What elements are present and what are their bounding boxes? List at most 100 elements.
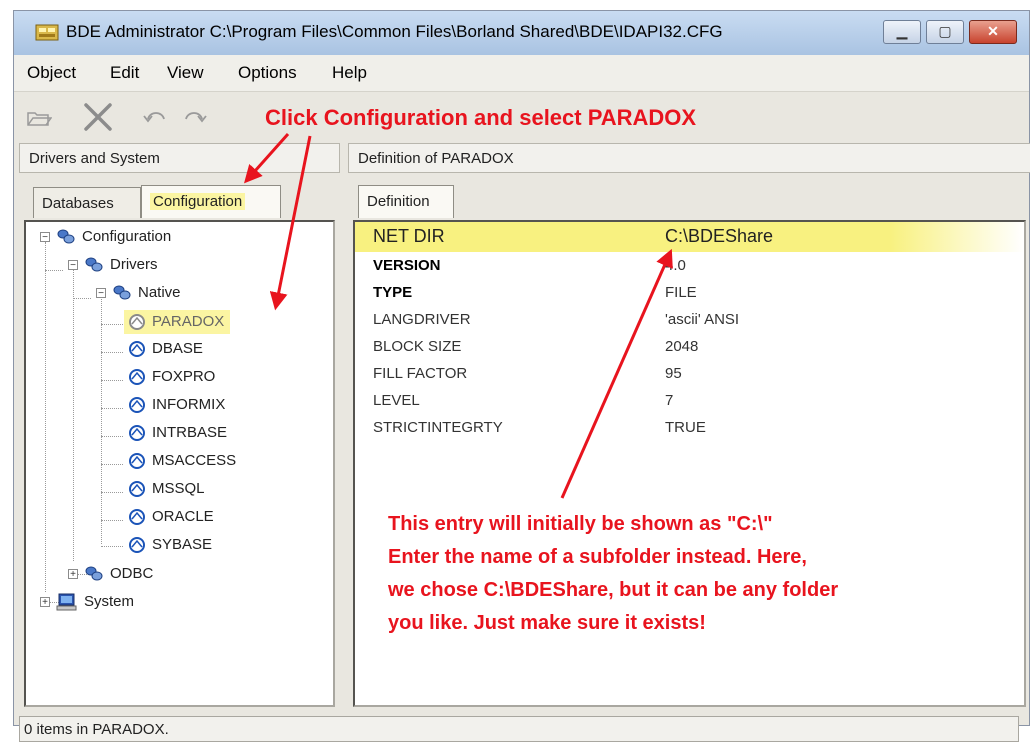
close-button[interactable]: ✕ — [969, 20, 1017, 44]
tree-node-label: MSSQL — [152, 480, 205, 497]
redo-icon[interactable] — [180, 107, 208, 127]
title-bar: BDE Administrator C:\Program Files\Commo… — [14, 11, 1029, 56]
definition-row-level[interactable]: LEVEL 7 — [355, 387, 1024, 414]
definition-row-strictintegrty[interactable]: STRICTINTEGRTY TRUE — [355, 414, 1024, 441]
tree-node-system[interactable]: System — [56, 591, 134, 613]
expand-native[interactable]: − — [96, 288, 106, 299]
expand-odbc[interactable]: + — [68, 569, 78, 580]
menu-edit[interactable]: Edit — [110, 63, 139, 83]
definition-value[interactable]: 7 — [665, 392, 673, 409]
tree-line — [101, 546, 123, 547]
tree-node-label: Drivers — [110, 256, 158, 273]
annotation-line: you like. Just make sure it exists! — [388, 612, 706, 634]
tree-line — [73, 298, 91, 299]
menu-view[interactable]: View — [167, 63, 204, 83]
computer-icon — [56, 593, 77, 611]
right-tab-row: Definition — [348, 185, 1030, 219]
definition-value[interactable]: 2048 — [665, 338, 698, 355]
tree-line — [101, 520, 123, 521]
definition-value[interactable]: TRUE — [665, 419, 706, 436]
tree-node-label: INTRBASE — [152, 424, 228, 441]
menu-bar: Object Edit View Options Help — [14, 55, 1029, 92]
expand-configuration[interactable]: − — [40, 232, 50, 243]
definition-row-block-size[interactable]: BLOCK SIZE 2048 — [355, 333, 1024, 360]
expand-drivers[interactable]: − — [68, 260, 78, 271]
tab-databases[interactable]: Databases — [33, 187, 141, 218]
window-title: BDE Administrator C:\Program Files\Commo… — [66, 22, 723, 41]
left-tab-row: Databases Configuration — [19, 185, 340, 219]
tree-line — [73, 268, 74, 561]
tree-node-label: DBASE — [152, 340, 203, 357]
tree-node-dbase[interactable]: DBASE — [128, 338, 203, 360]
tree-view[interactable]: − − − + + Configuration Drivers Native P… — [24, 220, 335, 707]
tree-line — [101, 436, 123, 437]
tree-node-native[interactable]: Native — [112, 282, 181, 304]
tree-node-msaccess[interactable]: MSACCESS — [128, 450, 236, 472]
definition-key: LANGDRIVER — [373, 311, 471, 328]
driver-globe-icon — [129, 537, 145, 554]
annotation-line: This entry will initially be shown as "C… — [388, 513, 773, 535]
definition-row-net-dir[interactable]: NET DIR C:\BDEShare — [355, 222, 1024, 252]
menu-options[interactable]: Options — [238, 63, 297, 83]
tab-configuration[interactable]: Configuration — [141, 185, 281, 218]
definition-key: NET DIR — [373, 226, 445, 246]
tree-node-intrbase[interactable]: INTRBASE — [128, 422, 227, 444]
definition-key: BLOCK SIZE — [373, 338, 462, 355]
tree-node-sybase[interactable]: SYBASE — [128, 534, 212, 556]
delete-x-icon[interactable] — [82, 101, 114, 133]
tree-node-label: Configuration — [82, 228, 172, 245]
tab-definition[interactable]: Definition — [358, 185, 454, 218]
minimize-button[interactable]: ▁ — [883, 20, 921, 44]
driver-globe-icon — [129, 453, 145, 470]
tree-line — [101, 408, 123, 409]
tree-line — [101, 492, 123, 493]
definition-key: STRICTINTEGRTY — [373, 419, 503, 436]
right-pane-header: Definition of PARADOX — [348, 143, 1030, 173]
tree-node-odbc[interactable]: ODBC — [84, 563, 153, 585]
tab-configuration-label: Configuration — [150, 193, 246, 210]
tree-node-label: FOXPRO — [152, 368, 216, 385]
driver-globe-icon — [129, 509, 145, 526]
annotation-instruction: Click Configuration and select PARADOX — [265, 105, 697, 130]
driver-globe-icon — [129, 369, 145, 386]
definition-row-fill-factor[interactable]: FILL FACTOR 95 — [355, 360, 1024, 387]
tree-node-drivers[interactable]: Drivers — [84, 254, 158, 276]
status-bar: 0 items in PARADOX. — [19, 716, 1019, 742]
tree-node-label: PARADOX — [152, 313, 225, 330]
open-folder-icon[interactable] — [26, 109, 52, 127]
definition-value[interactable]: 95 — [665, 365, 682, 382]
driver-globe-icon — [129, 425, 145, 442]
definition-row-type[interactable]: TYPE FILE — [355, 279, 1024, 306]
definition-value[interactable]: C:\BDEShare — [665, 226, 773, 247]
definition-key: FILL FACTOR — [373, 365, 468, 382]
driver-globe-icon — [129, 341, 145, 358]
definition-row-langdriver[interactable]: LANGDRIVER 'ascii' ANSI — [355, 306, 1024, 333]
tree-node-oracle[interactable]: ORACLE — [128, 506, 214, 528]
maximize-icon: ▢ — [938, 23, 952, 39]
database-cluster-icon — [85, 257, 103, 272]
tree-node-configuration[interactable]: Configuration — [56, 226, 171, 248]
tree-node-paradox[interactable]: PARADOX — [124, 310, 231, 334]
expand-system[interactable]: + — [40, 597, 50, 608]
maximize-button[interactable]: ▢ — [926, 20, 964, 44]
driver-globe-icon — [129, 481, 145, 498]
tree-node-informix[interactable]: INFORMIX — [128, 394, 225, 416]
database-cluster-icon — [85, 566, 103, 581]
tree-line — [101, 380, 123, 381]
minimize-icon: ▁ — [896, 23, 908, 39]
definition-value[interactable]: 4.0 — [665, 257, 686, 274]
close-icon: ✕ — [987, 23, 999, 39]
undo-icon[interactable] — [142, 107, 170, 127]
menu-object[interactable]: Object — [27, 63, 76, 83]
definition-value[interactable]: 'ascii' ANSI — [665, 311, 739, 328]
tree-line — [101, 296, 102, 544]
driver-globe-icon — [129, 397, 145, 414]
tree-node-foxpro[interactable]: FOXPRO — [128, 366, 215, 388]
definition-row-version[interactable]: VERSION 4.0 — [355, 252, 1024, 279]
definition-value[interactable]: FILE — [665, 284, 697, 301]
menu-help[interactable]: Help — [332, 63, 367, 83]
left-pane-header: Drivers and System — [19, 143, 340, 173]
driver-globe-icon — [129, 314, 145, 331]
tree-node-label: SYBASE — [152, 536, 213, 553]
tree-node-mssql[interactable]: MSSQL — [128, 478, 205, 500]
